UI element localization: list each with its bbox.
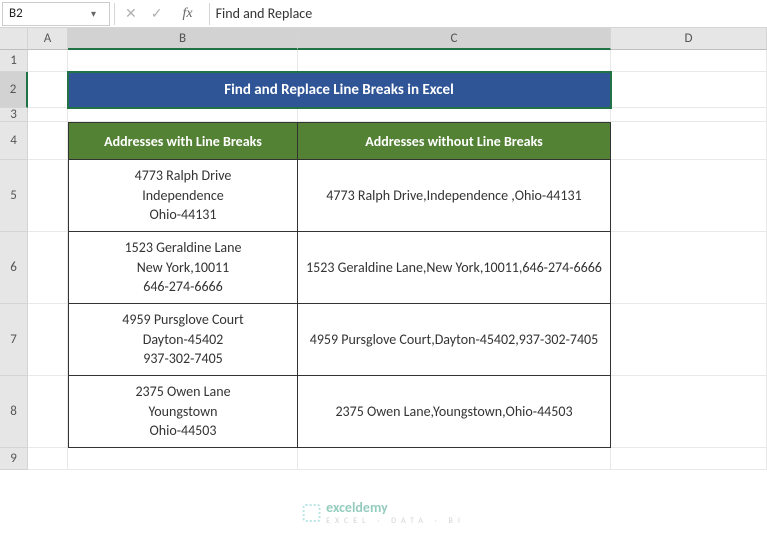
cell-A6[interactable] <box>28 232 68 304</box>
formula-bar: B2 ▾ ✕ ✓ fx <box>0 0 767 28</box>
spreadsheet-grid: A B C D 1 2 Find and Replace Line Breaks… <box>0 28 767 470</box>
header-label: Addresses without Line Breaks <box>365 133 543 150</box>
table-cell-B5[interactable]: 4773 Ralph Drive Independence Ohio-44131 <box>68 160 298 232</box>
cell-C3[interactable] <box>298 108 611 122</box>
cell-A7[interactable] <box>28 304 68 376</box>
cell-B9[interactable] <box>68 448 298 470</box>
table-cell-B8[interactable]: 2375 Owen Lane Youngstown Ohio-44503 <box>68 376 298 448</box>
cell-D5[interactable] <box>611 160 767 232</box>
table-cell-C7[interactable]: 4959 Pursglove Court,Dayton-45402,937-30… <box>298 304 611 376</box>
watermark-logo-icon <box>302 504 320 522</box>
name-box[interactable]: B2 ▾ <box>2 2 110 26</box>
table-cell-B7[interactable]: 4959 Pursglove Court Dayton-45402 937-30… <box>68 304 298 376</box>
col-header-C[interactable]: C <box>298 28 611 50</box>
cell-D6[interactable] <box>611 232 767 304</box>
row-header-3[interactable]: 3 <box>0 108 28 122</box>
row-header-1[interactable]: 1 <box>0 50 28 72</box>
fx-icon[interactable]: fx <box>176 6 198 22</box>
cell-A8[interactable] <box>28 376 68 448</box>
col-header-A[interactable]: A <box>28 28 68 50</box>
table-cell-C5[interactable]: 4773 Ralph Drive,Independence ,Ohio-4413… <box>298 160 611 232</box>
table-cell-C6[interactable]: 1523 Geraldine Lane,New York,10011,646-2… <box>298 232 611 304</box>
cell-D4[interactable] <box>611 122 767 160</box>
chevron-down-icon[interactable]: ▾ <box>91 7 103 20</box>
cell-B3[interactable] <box>68 108 298 122</box>
col-header-B[interactable]: B <box>68 28 298 50</box>
cell-C1[interactable] <box>298 50 611 72</box>
cell-D2[interactable] <box>611 72 767 108</box>
accept-icon[interactable]: ✓ <box>151 5 163 22</box>
cell-B1[interactable] <box>68 50 298 72</box>
cell-A3[interactable] <box>28 108 68 122</box>
page-title: Find and Replace Line Breaks in Excel <box>224 81 454 99</box>
row-header-2[interactable]: 2 <box>0 72 28 108</box>
header-label: Addresses with Line Breaks <box>104 133 262 150</box>
watermark: exceldemy EXCEL · DATA · BI <box>302 499 465 526</box>
cell-D3[interactable] <box>611 108 767 122</box>
row-header-6[interactable]: 6 <box>0 232 28 304</box>
table-cell-B6[interactable]: 1523 Geraldine Lane New York,10011 646-2… <box>68 232 298 304</box>
col-header-D[interactable]: D <box>611 28 767 50</box>
cell-A9[interactable] <box>28 448 68 470</box>
cell-C9[interactable] <box>298 448 611 470</box>
watermark-text: exceldemy EXCEL · DATA · BI <box>326 499 465 526</box>
table-header-left[interactable]: Addresses with Line Breaks <box>68 122 298 160</box>
cell-A2[interactable] <box>28 72 68 108</box>
formula-buttons: ✕ ✓ fx <box>115 5 209 22</box>
row-header-7[interactable]: 7 <box>0 304 28 376</box>
row-header-9[interactable]: 9 <box>0 448 28 470</box>
cell-A1[interactable] <box>28 50 68 72</box>
cell-D9[interactable] <box>611 448 767 470</box>
table-cell-C8[interactable]: 2375 Owen Lane,Youngstown,Ohio-44503 <box>298 376 611 448</box>
row-header-8[interactable]: 8 <box>0 376 28 448</box>
table-header-right[interactable]: Addresses without Line Breaks <box>298 122 611 160</box>
formula-input[interactable] <box>210 0 767 27</box>
row-header-4[interactable]: 4 <box>0 122 28 160</box>
row-header-5[interactable]: 5 <box>0 160 28 232</box>
title-cell[interactable]: Find and Replace Line Breaks in Excel <box>68 72 611 108</box>
cell-D8[interactable] <box>611 376 767 448</box>
cell-A4[interactable] <box>28 122 68 160</box>
cell-D7[interactable] <box>611 304 767 376</box>
cancel-icon[interactable]: ✕ <box>125 5 137 22</box>
name-box-value: B2 <box>9 6 23 21</box>
select-all-corner[interactable] <box>0 28 28 50</box>
cell-A5[interactable] <box>28 160 68 232</box>
cell-D1[interactable] <box>611 50 767 72</box>
